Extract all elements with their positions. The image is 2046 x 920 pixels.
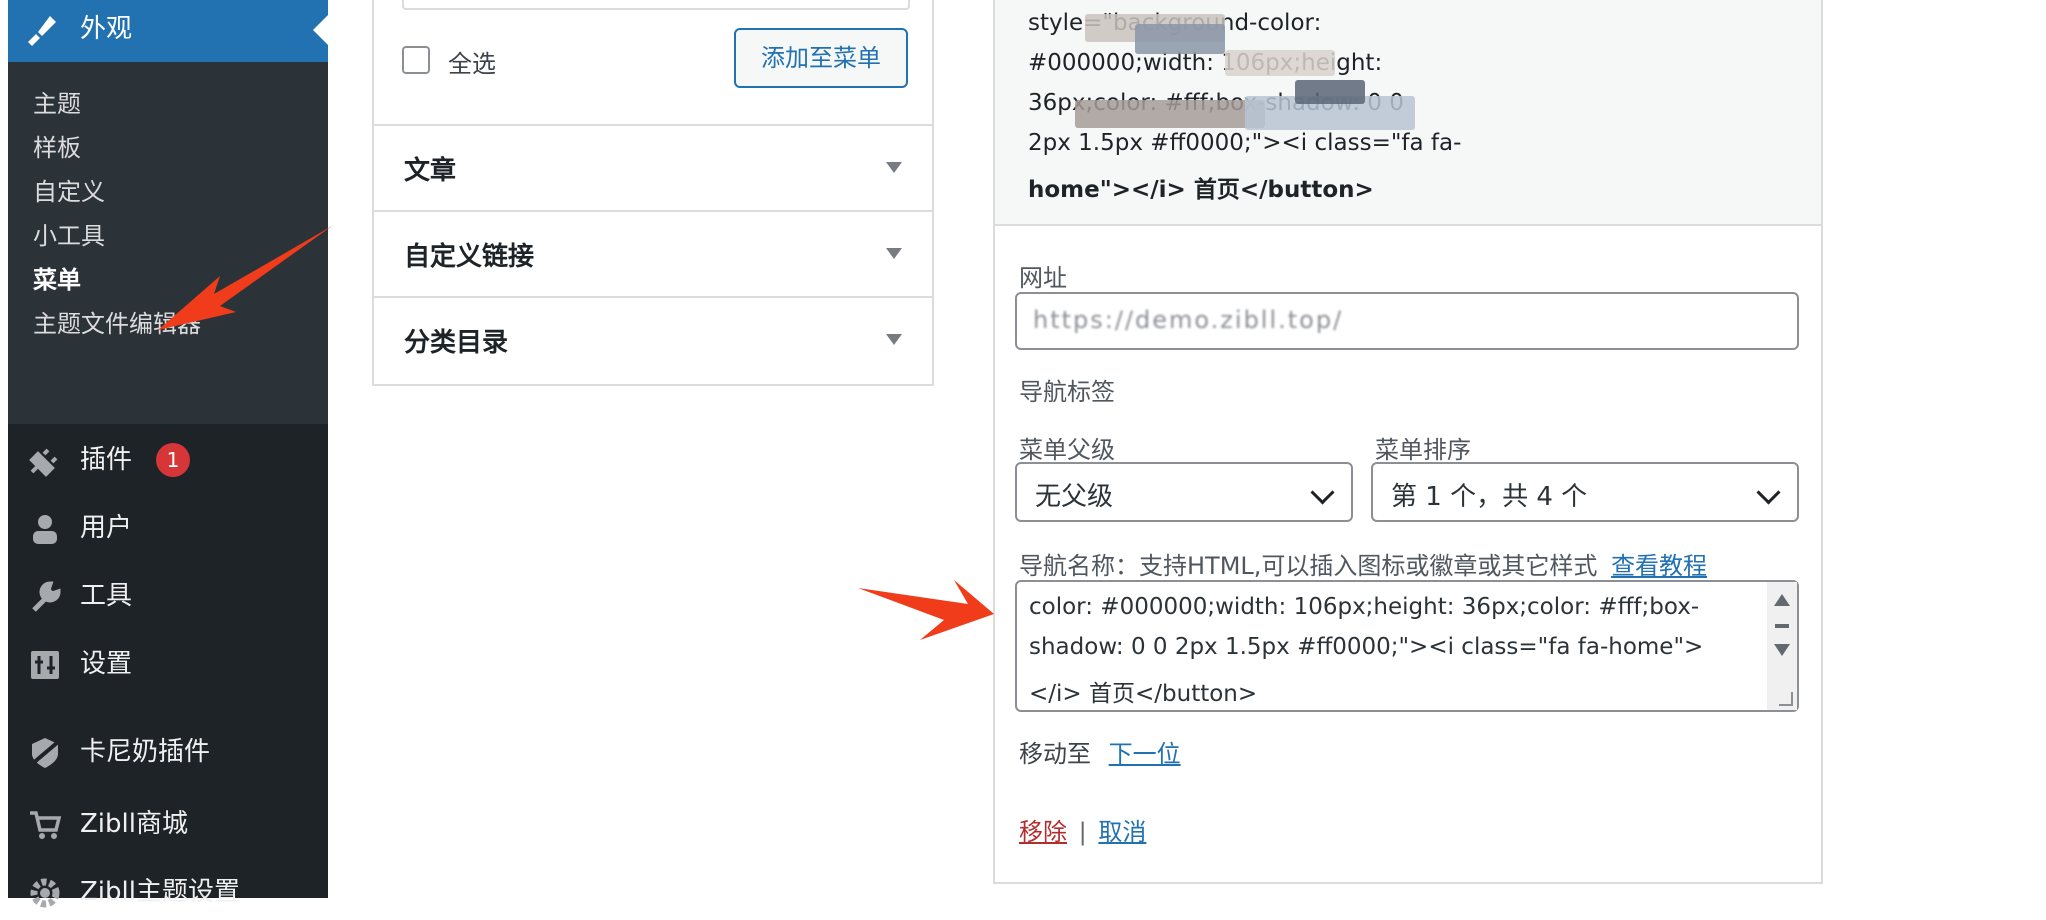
annotation-arrow-to-nav-name [858,580,994,640]
accordion-custom-links[interactable]: 自定义链接 [374,210,932,294]
annotation-arrow-to-menus [158,226,332,330]
cart-icon [30,811,62,839]
url-input[interactable]: https://demo.zibll.top/ [1015,292,1799,350]
chevron-down-icon [1310,480,1335,505]
settings-icon [31,651,59,679]
gear-icon [30,878,60,908]
accordion-title: 文章 [404,156,457,186]
accordion-posts[interactable]: 文章 [374,124,932,208]
add-to-menu-button[interactable]: 添加至菜单 [734,28,908,88]
accordion-categories[interactable]: 分类目录 [374,296,932,380]
submenu-widgets[interactable]: 小工具 [33,216,105,256]
sidebar-item-label: 设置 [80,649,133,679]
search-input-edge[interactable] [402,0,910,10]
sidebar-item-kaninai-plugin[interactable]: 卡尼奶插件 [8,724,328,780]
textarea-line: color: #000000;width: 106px;height: 36px… [1029,594,1700,620]
accordion-title: 自定义链接 [404,242,535,272]
brush-icon [28,16,56,46]
scroll-down-icon[interactable] [1774,644,1790,656]
shield-slash-icon [30,738,60,768]
nav-tag-label: 导航标签 [1019,378,1115,406]
menu-parent-label: 菜单父级 [1019,436,1115,464]
sidebar-item-label: 卡尼奶插件 [80,737,211,767]
textarea-line: </i> 首页</button> [1029,681,1258,707]
wrench-icon [32,581,61,612]
mosaic-block [1075,100,1265,128]
menu-order-label: 菜单排序 [1375,436,1471,464]
mosaic-block [1225,50,1335,76]
preview-line: 2px 1.5px #ff0000;"><i class="fa fa- [1028,130,1462,156]
add-menu-items-panel: 全选 添加至菜单 文章 自定义链接 分类目录 [372,0,934,386]
selected-value: 无父级 [1035,482,1114,512]
sidebar-item-label: 用户 [80,513,133,543]
active-notch [313,15,328,45]
move-to-text: 移动至 [1019,740,1091,768]
nav-name-label-text: 导航名称：支持HTML,可以插入图标或徽章或其它样式 [1019,552,1598,580]
textarea-scrollbar[interactable] [1767,582,1797,710]
preview-line: home"></i> 首页</button> [1028,177,1374,203]
sidebar-item-tools[interactable]: 工具 [8,568,328,624]
admin-sidebar: 外观 主题 样板 自定义 小工具 菜单 主题文件编辑器 插件 1 用户 工具 设… [0,0,328,908]
caret-down-icon [886,248,902,259]
submenu-customize[interactable]: 自定义 [33,172,105,212]
accordion-title: 分类目录 [404,328,509,358]
menu-order-select[interactable]: 第 1 个，共 4 个 [1371,462,1799,522]
sidebar-edge [0,0,8,898]
scroll-thumb[interactable] [1775,624,1789,628]
actions-separator: | [1078,818,1087,846]
sidebar-item-label: Zibll商城 [80,809,188,839]
caret-down-icon [886,334,902,345]
mosaic-block [1295,80,1365,104]
view-tutorial-link[interactable]: 查看教程 [1611,552,1707,580]
sidebar-item-users[interactable]: 用户 [8,500,328,556]
sidebar-item-zibll-shop[interactable]: Zibll商城 [8,796,328,852]
move-next-link[interactable]: 下一位 [1109,740,1181,768]
update-count-badge: 1 [156,443,190,477]
chevron-down-icon [1756,480,1781,505]
user-icon [33,515,57,544]
plugin-icon [29,448,58,477]
remove-link[interactable]: 移除 [1019,818,1067,846]
sidebar-item-settings[interactable]: 设置 [8,636,328,692]
sidebar-item-label: Zibll主题设置 [80,877,240,907]
cancel-link[interactable]: 取消 [1098,818,1146,846]
scroll-up-icon[interactable] [1774,594,1790,606]
sidebar-item-plugins[interactable]: 插件 1 [8,432,328,488]
move-to-label: 移动至 下一位 [1019,734,1181,769]
item-actions: 移除 | 取消 [1019,812,1146,847]
submenu-menus[interactable]: 菜单 [33,260,81,300]
caret-down-icon [886,162,902,173]
nav-name-label: 导航名称：支持HTML,可以插入图标或徽章或其它样式 查看教程 [1019,546,1707,581]
selected-value: 第 1 个，共 4 个 [1391,482,1588,512]
nav-name-textarea[interactable]: color: #000000;width: 106px;height: 36px… [1015,580,1799,712]
menu-item-settings-panel: style="background-color: #000000;width: … [993,0,1823,884]
menu-parent-select[interactable]: 无父级 [1015,462,1353,522]
select-all-checkbox[interactable] [402,46,430,74]
submenu-themes[interactable]: 主题 [33,84,81,124]
sidebar-item-zibll-theme-settings[interactable]: Zibll主题设置 [8,864,328,920]
submenu-patterns[interactable]: 样板 [33,128,81,168]
sidebar-item-appearance[interactable]: 外观 [8,0,328,62]
url-label: 网址 [1019,264,1067,292]
textarea-line: shadow: 0 0 2px 1.5px #ff0000;"><i class… [1029,634,1704,660]
select-all-label: 全选 [448,50,496,78]
menu-item-title-preview: style="background-color: #000000;width: … [995,0,1821,226]
url-value: https://demo.zibll.top/ [1033,306,1344,334]
resize-handle-icon[interactable] [1779,692,1793,706]
sidebar-item-label: 工具 [80,581,133,611]
mosaic-block [1135,24,1225,54]
sidebar-item-label: 插件 [80,445,133,475]
sidebar-item-label: 外观 [80,14,133,44]
